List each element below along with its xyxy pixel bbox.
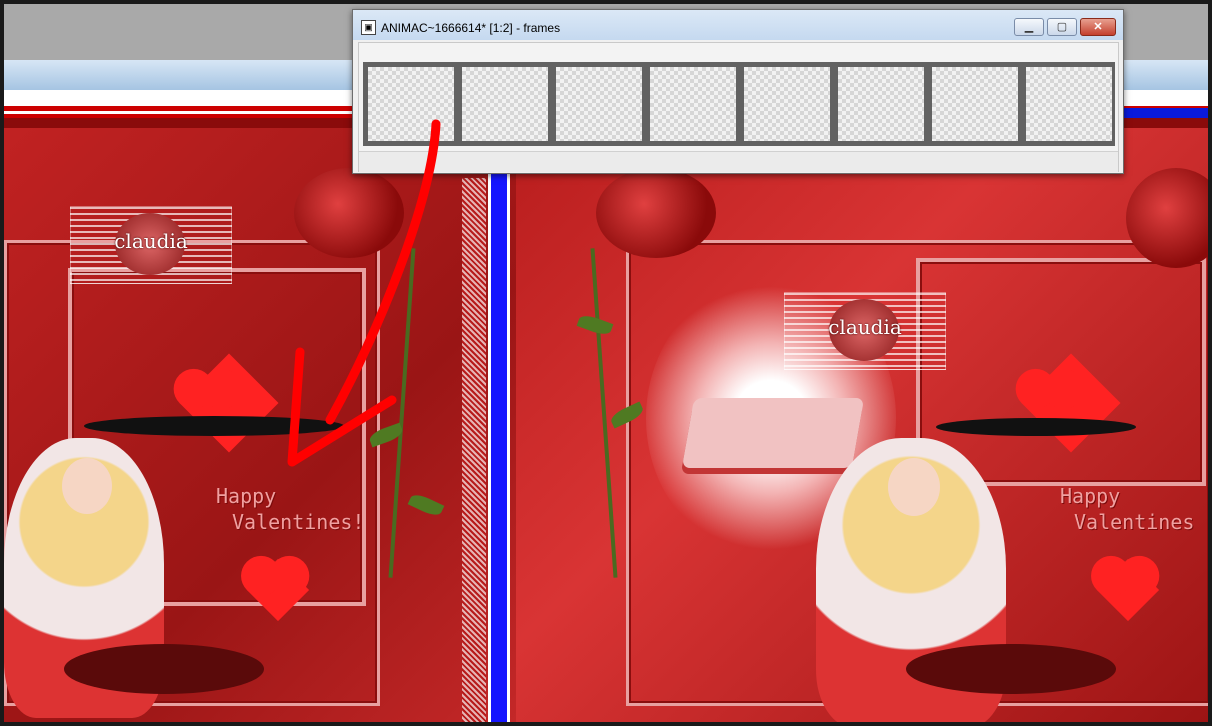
black-drip-right [936, 418, 1136, 436]
maximize-button[interactable]: ▢ [1047, 18, 1077, 36]
frame-cell-8[interactable] [1026, 67, 1112, 141]
table-right [906, 644, 1116, 694]
watermark-text: claudia [114, 229, 188, 253]
right-artwork-panel: claudia Happy Valentines [516, 128, 1208, 722]
minimize-button[interactable]: ▁ [1014, 18, 1044, 36]
rose-stem-left [388, 248, 416, 578]
frame-strip [363, 62, 1115, 146]
blue-divider [488, 174, 510, 722]
frame-cell-1[interactable] [368, 67, 454, 141]
greeting-valentines-right: Valentines [1074, 510, 1195, 534]
rose-stem-right [590, 248, 618, 578]
rose-leaf-left-2 [407, 491, 445, 519]
frames-panel [358, 42, 1119, 172]
watermark-text: claudia [828, 315, 902, 339]
frame-cell-6[interactable] [838, 67, 924, 141]
frame-cell-2[interactable] [462, 67, 548, 141]
close-button[interactable]: ✕ [1080, 18, 1116, 36]
glitter-column-left [462, 178, 486, 722]
rose-right-top [596, 168, 716, 258]
window-status-area [359, 151, 1118, 172]
frame-cell-7[interactable] [932, 67, 1018, 141]
greeting-valentines-left: Valentines! [232, 510, 365, 534]
greeting-happy-left: Happy [216, 484, 277, 508]
girl-face-left [62, 458, 112, 514]
blue-accent-bar [1124, 108, 1208, 118]
frame-cell-5[interactable] [744, 67, 830, 141]
left-artwork-panel: claudia Happy Valentines! [4, 128, 516, 722]
rose-left [294, 168, 404, 258]
window-titlebar[interactable]: ▣ ANIMAC~1666614* [1:2] - frames ▁ ▢ ✕ [353, 10, 1123, 40]
frames-window[interactable]: ▣ ANIMAC~1666614* [1:2] - frames ▁ ▢ ✕ [352, 9, 1124, 174]
frame-cell-4[interactable] [650, 67, 736, 141]
lace-pillow [681, 398, 865, 468]
frame-cell-3[interactable] [556, 67, 642, 141]
document-icon[interactable]: ▣ [361, 20, 376, 35]
watermark-left: claudia [70, 206, 232, 284]
watermark-right: claudia [784, 292, 946, 370]
black-drip-left [84, 416, 344, 436]
girl-face-right [888, 458, 940, 516]
window-title: ANIMAC~1666614* [1:2] - frames [381, 21, 561, 35]
greeting-happy-right: Happy [1060, 484, 1121, 508]
table-left [64, 644, 264, 694]
